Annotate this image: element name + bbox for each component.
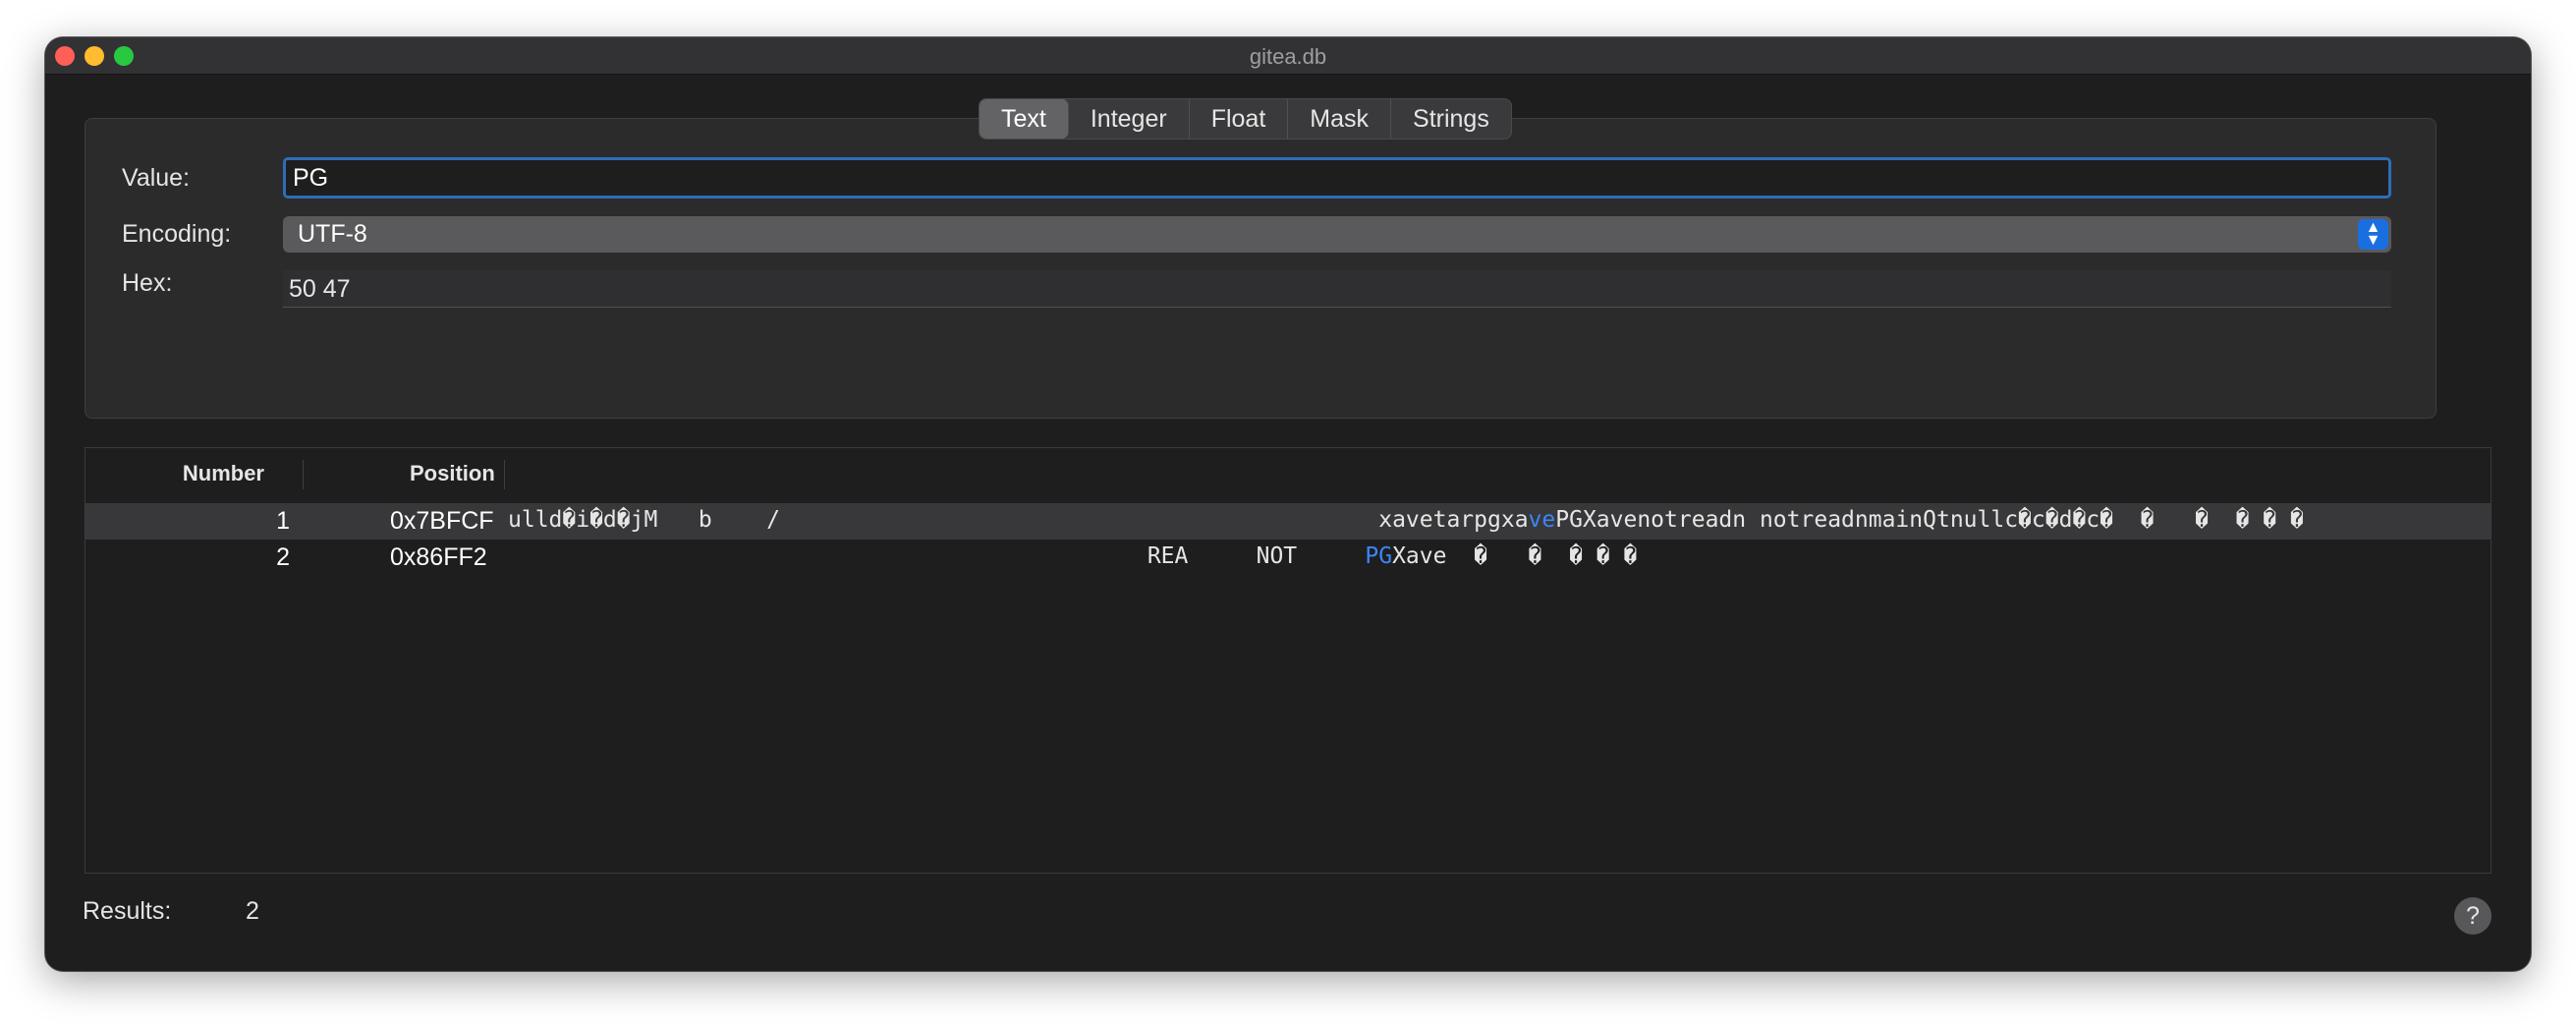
tab-float[interactable]: Float [1190,99,1289,139]
snippet-before: REA NOT [508,543,1366,569]
app-window: gitea.db Text Integer Float Mask Strings… [45,37,2531,971]
table-header: Number Position [85,448,2491,501]
column-header-position[interactable]: Position [410,461,495,486]
row-number: 1 [276,507,290,535]
window-title: gitea.db [1249,44,1327,69]
column-divider[interactable] [504,460,505,489]
title-bar[interactable]: gitea.db [45,37,2531,75]
row-snippet: REA NOT PGXave � � � � � [508,543,1638,569]
hex-label: Hex: [122,269,173,297]
snippet-match: PG [1365,543,1393,569]
value-label: Value: [122,164,191,192]
column-divider[interactable] [303,460,304,489]
snippet-before: ulld�i�d�jM b / xavetarpgxa [508,507,1529,533]
chevron-up-down-icon: ▲ ▼ [2358,219,2388,250]
encoding-select[interactable]: UTF-8 ▲ ▼ [283,216,2391,253]
row-number: 2 [276,543,290,571]
search-type-tabs: Text Integer Float Mask Strings [979,98,1512,140]
tab-mask[interactable]: Mask [1288,99,1392,139]
row-position: 0x7BFCF [390,507,494,535]
snippet-match: ve [1528,507,1556,533]
snippet-after: PGXavenotreadn notreadnmainQtnullc�c�d�c… [1555,507,2304,533]
column-header-number[interactable]: Number [183,461,264,486]
row-position: 0x86FF2 [390,543,487,571]
snippet-after: Xave � � � � � [1392,543,1638,569]
table-row[interactable]: 2 0x86FF2 REA NOT PGXave � � � � � [85,540,2491,576]
table-row[interactable]: 1 0x7BFCF ulld�i�d�jM b / xavetarpgxaveP… [85,503,2491,540]
encoding-label: Encoding: [122,220,232,248]
help-button[interactable]: ? [2454,897,2492,935]
tab-strings[interactable]: Strings [1391,99,1511,139]
tab-text[interactable]: Text [980,99,1069,139]
results-table[interactable]: Number Position 1 0x7BFCF ulld�i�d�jM b … [84,447,2492,874]
results-count: 2 [246,897,259,925]
hex-field[interactable]: 50 47 [283,270,2391,308]
value-input[interactable]: PG [283,157,2391,199]
results-label: Results: [83,897,172,925]
encoding-value: UTF-8 [298,220,367,248]
row-snippet: ulld�i�d�jM b / xavetarpgxavePGXavenotre… [508,507,2304,533]
tab-integer[interactable]: Integer [1069,99,1190,139]
